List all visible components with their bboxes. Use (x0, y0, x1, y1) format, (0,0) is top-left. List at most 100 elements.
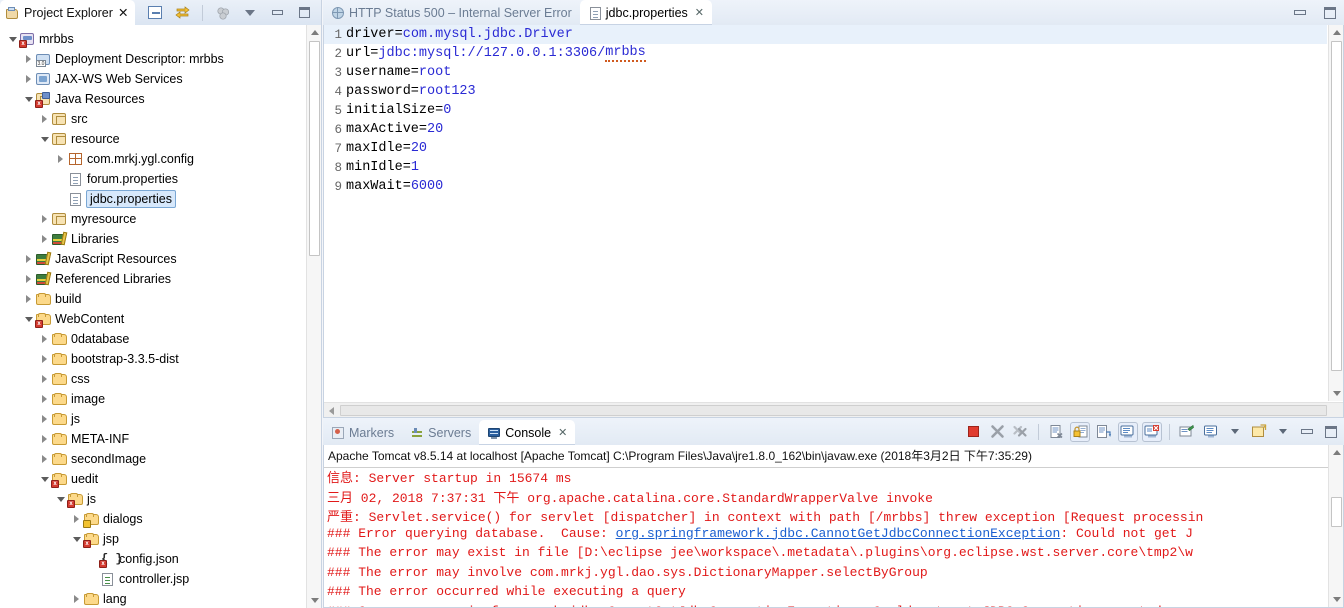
show-console-on-error-icon[interactable] (1142, 421, 1162, 442)
tree-item-0database[interactable]: 0database (0, 329, 321, 349)
expand-arrow-icon[interactable] (38, 409, 51, 429)
bottom-tab-console[interactable]: Console ✕ (479, 420, 576, 445)
tree-item-uedit[interactable]: x uedit (0, 469, 321, 489)
expand-arrow-icon[interactable] (38, 449, 51, 469)
scrollbar-thumb[interactable] (1331, 41, 1342, 371)
view-menu-icon[interactable] (240, 3, 260, 23)
expand-arrow-icon[interactable] (22, 269, 35, 289)
console-exception-link[interactable]: org.springframework.jdbc.CannotGetJdbcCo… (616, 526, 1061, 541)
collapse-arrow-icon[interactable] (54, 489, 67, 509)
bottom-tab-markers[interactable]: Markers (323, 420, 402, 445)
maximize-icon[interactable] (1321, 422, 1341, 442)
tree-item-webcontent[interactable]: x WebContent (0, 309, 321, 329)
display-selected-console-icon[interactable] (1201, 422, 1221, 442)
remove-launch-icon[interactable] (987, 422, 1007, 442)
collapse-arrow-icon[interactable] (70, 529, 83, 549)
tree-item-java-resources[interactable]: x Java Resources (0, 89, 321, 109)
expand-arrow-icon[interactable] (22, 69, 35, 89)
tree-item-bootstrap-3-3-5-dist[interactable]: bootstrap-3.3.5-dist (0, 349, 321, 369)
tree-item-referenced-libraries[interactable]: Referenced Libraries (0, 269, 321, 289)
collapse-all-icon[interactable] (145, 3, 165, 23)
editor-hscrollbar[interactable] (324, 402, 1343, 417)
tree-item-controller-jsp[interactable]: controller.jsp (0, 569, 321, 589)
minimize-icon[interactable] (1297, 422, 1317, 442)
expand-arrow-icon[interactable] (38, 109, 51, 129)
scroll-left-icon[interactable] (324, 403, 339, 418)
tree-item-forum-properties[interactable]: forum.properties (0, 169, 321, 189)
tree-item-js[interactable]: x js (0, 489, 321, 509)
show-console-on-output-icon[interactable] (1118, 421, 1138, 442)
tree-item-com-mrkj-ygl-config[interactable]: com.mrkj.ygl.config (0, 149, 321, 169)
collapse-arrow-icon[interactable] (22, 89, 35, 109)
minimize-icon[interactable] (1290, 3, 1310, 23)
expand-arrow-icon[interactable] (38, 209, 51, 229)
tree-item-js[interactable]: js (0, 409, 321, 429)
collapse-arrow-icon[interactable] (22, 309, 35, 329)
scroll-down-icon[interactable] (307, 593, 321, 608)
scroll-up-icon[interactable] (307, 25, 321, 40)
scroll-lock-icon[interactable] (1070, 421, 1090, 442)
tree-item-secondimage[interactable]: secondImage (0, 449, 321, 469)
scrollbar-thumb[interactable] (309, 41, 320, 256)
open-console-icon[interactable] (1249, 422, 1269, 442)
tree-item-myresource[interactable]: myresource (0, 209, 321, 229)
terminate-icon[interactable] (963, 422, 983, 442)
expand-arrow-icon[interactable] (70, 589, 83, 608)
properties-editor[interactable]: 1 driver= com.mysql.jdbc.Driver 2 url= jdbc:m… (324, 25, 1327, 401)
expand-arrow-icon[interactable] (22, 249, 35, 269)
tree-item-config-json[interactable]: { } x config.json (0, 549, 321, 569)
tree-item-src[interactable]: src (0, 109, 321, 129)
minimize-icon[interactable] (267, 3, 287, 23)
tree-item-lang[interactable]: lang (0, 589, 321, 608)
tree-item-libraries[interactable]: Libraries (0, 229, 321, 249)
expand-arrow-icon[interactable] (22, 49, 35, 69)
link-with-editor-icon[interactable] (172, 3, 192, 23)
close-icon[interactable]: ✕ (118, 5, 128, 20)
open-console-dropdown-icon[interactable] (1273, 422, 1293, 442)
pin-console-icon[interactable] (1177, 422, 1197, 442)
expand-arrow-icon[interactable] (38, 229, 51, 249)
tree-item-deployment-descriptor-mrbbs[interactable]: 3.0 Deployment Descriptor: mrbbs (0, 49, 321, 69)
tree-item-javascript-resources[interactable]: JavaScript Resources (0, 249, 321, 269)
tree-item-mrbbs[interactable]: x mrbbs (0, 29, 321, 49)
tree-item-jdbc-properties[interactable]: jdbc.properties (0, 189, 321, 209)
tree-item-build[interactable]: build (0, 289, 321, 309)
expand-arrow-icon[interactable] (70, 509, 83, 529)
tree-item-image[interactable]: image (0, 389, 321, 409)
bottom-tab-servers[interactable]: Servers (402, 420, 479, 445)
tree-item-resource[interactable]: resource (0, 129, 321, 149)
collapse-arrow-icon[interactable] (6, 29, 19, 49)
maximize-icon[interactable] (1320, 3, 1340, 23)
expand-arrow-icon[interactable] (38, 349, 51, 369)
remove-all-terminated-icon[interactable] (1011, 422, 1031, 442)
scroll-up-icon[interactable] (1329, 445, 1343, 460)
editor-tab-http-status-500[interactable]: HTTP Status 500 – Internal Server Error (323, 0, 580, 25)
expand-arrow-icon[interactable] (38, 429, 51, 449)
expand-arrow-icon[interactable] (22, 289, 35, 309)
scrollbar-thumb[interactable] (340, 405, 1327, 416)
scroll-up-icon[interactable] (1329, 25, 1344, 40)
collapse-arrow-icon[interactable] (38, 469, 51, 489)
tree-item-css[interactable]: css (0, 369, 321, 389)
tree-item-jax-ws-web-services[interactable]: JAX-WS Web Services (0, 69, 321, 89)
expand-arrow-icon[interactable] (54, 149, 67, 169)
tree-item-meta-inf[interactable]: META-INF (0, 429, 321, 449)
expand-arrow-icon[interactable] (38, 389, 51, 409)
tab-project-explorer[interactable]: Project Explorer ✕ (0, 0, 136, 25)
tree-item-dialogs[interactable]: dialogs (0, 509, 321, 529)
editor-tab-jdbc-properties[interactable]: jdbc.properties ✕ (579, 0, 712, 25)
scroll-down-icon[interactable] (1329, 592, 1343, 607)
clear-console-icon[interactable] (1046, 422, 1066, 442)
scrollbar-thumb[interactable] (1331, 497, 1342, 527)
close-icon[interactable]: ✕ (558, 426, 567, 439)
expand-arrow-icon[interactable] (38, 369, 51, 389)
editor-vscrollbar[interactable] (1328, 25, 1343, 401)
word-wrap-icon[interactable] (1094, 422, 1114, 442)
close-icon[interactable]: ✕ (695, 6, 704, 19)
focus-on-active-task-icon[interactable] (213, 3, 233, 23)
maximize-icon[interactable] (294, 3, 314, 23)
display-console-dropdown-icon[interactable] (1225, 422, 1245, 442)
project-tree[interactable]: x mrbbs 3.0 Deployment Descriptor: mrbbs JAX… (0, 25, 321, 608)
project-explorer-scrollbar[interactable] (306, 25, 321, 608)
expand-arrow-icon[interactable] (38, 329, 51, 349)
